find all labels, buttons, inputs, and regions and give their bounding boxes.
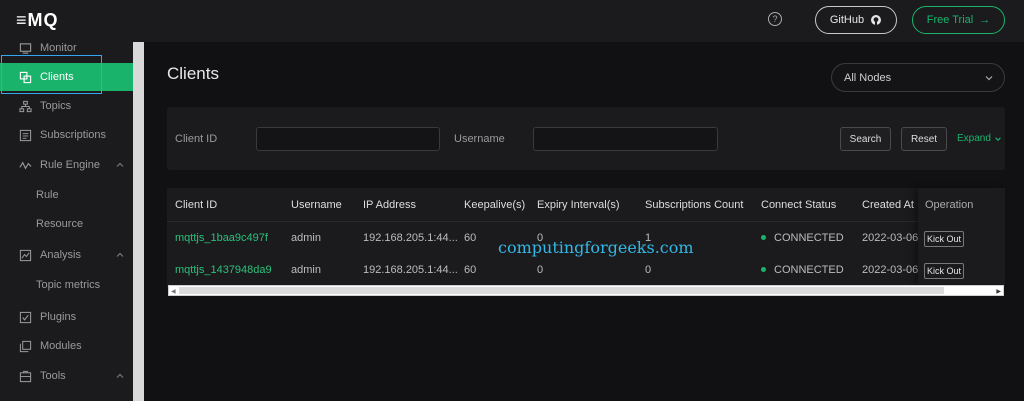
client-id-input[interactable]	[256, 127, 440, 151]
sidebar-item-topics[interactable]: Topics	[0, 92, 133, 120]
sidebar-item-monitor[interactable]: Monitor	[0, 34, 133, 62]
status-text: CONNECTED	[774, 232, 844, 244]
tools-icon	[18, 369, 32, 383]
sidebar-item-label: Rule Engine	[40, 159, 100, 171]
status-dot-icon	[761, 266, 766, 272]
expand-label: Expand	[957, 133, 991, 144]
sidebar-item-label: Resource	[36, 218, 84, 230]
github-icon	[871, 15, 882, 25]
sidebar-item-resource[interactable]: Resource	[0, 210, 133, 238]
sidebar-item-clients[interactable]: Clients	[0, 63, 133, 91]
table-cell-status: CONNECTED	[761, 264, 844, 276]
sidebar-item-label: Rule	[36, 189, 59, 201]
node-select-value: All Nodes	[844, 71, 892, 84]
arrow-right-icon: →	[979, 14, 991, 26]
sidebar-item-label: Tools	[40, 370, 66, 382]
table-cell-keepalive: 60	[464, 232, 477, 244]
scroll-thumb[interactable]	[179, 287, 944, 294]
table-cell-username: admin	[291, 232, 321, 244]
free-trial-label: Free Trial	[926, 14, 974, 26]
table-cell-created: 2022-03-06 (	[862, 264, 925, 276]
table-cell-ip: 192.168.205.1:44...	[363, 264, 458, 276]
header-divider	[167, 221, 1005, 222]
reset-button[interactable]: Reset	[901, 127, 947, 151]
chevron-up-icon[interactable]	[115, 160, 125, 170]
emq-logo: ≡MQ	[16, 10, 59, 30]
client-id-link[interactable]: mqttjs_1437948da9	[175, 264, 272, 276]
kick-out-button[interactable]: Kick Out	[924, 231, 964, 247]
sidebar-scrollbar[interactable]	[133, 42, 144, 401]
sidebar: ≡MQ Monitor Clients Topics Subscriptions…	[0, 0, 133, 401]
free-trial-button[interactable]: Free Trial →	[912, 6, 1005, 34]
table-horizontal-scrollbar[interactable]: ◀ ▶	[168, 285, 1004, 296]
sidebar-item-tools[interactable]: Tools	[0, 362, 133, 390]
monitor-icon	[18, 41, 32, 55]
client-id-link[interactable]: mqttjs_1baa9c497f	[175, 232, 268, 244]
column-header[interactable]: Client ID	[175, 199, 217, 211]
subscriptions-icon	[18, 128, 32, 142]
search-button[interactable]: Search	[840, 127, 891, 151]
table-cell-status: CONNECTED	[761, 232, 844, 244]
watermark: computingforgeeks.com	[498, 238, 694, 257]
sidebar-item-rule[interactable]: Rule	[0, 181, 133, 209]
sidebar-item-label: Monitor	[40, 42, 77, 54]
sidebar-item-rule-engine[interactable]: Rule Engine	[0, 151, 133, 179]
sidebar-item-modules[interactable]: Modules	[0, 332, 133, 360]
sidebar-item-topic-metrics[interactable]: Topic metrics	[0, 271, 133, 299]
github-label: GitHub	[829, 14, 865, 26]
column-header: Operation	[925, 199, 974, 211]
column-header[interactable]: Subscriptions Count	[645, 199, 743, 211]
modules-icon	[18, 339, 32, 353]
chevron-down-icon	[995, 136, 1001, 141]
column-header[interactable]: Keepalive(s)	[464, 199, 525, 211]
sidebar-item-analysis[interactable]: Analysis	[0, 241, 133, 269]
clients-icon	[18, 70, 32, 84]
sidebar-item-label: Topic metrics	[36, 279, 101, 291]
node-select[interactable]: All Nodes	[831, 63, 1005, 92]
table-cell-subs: 0	[645, 264, 652, 276]
sidebar-item-label: Plugins	[40, 311, 77, 323]
sidebar-item-label: Subscriptions	[40, 129, 107, 141]
sidebar-item-label: Analysis	[40, 249, 81, 261]
column-header[interactable]: IP Address	[363, 199, 416, 211]
column-header[interactable]: Created At	[862, 199, 914, 211]
sidebar-item-plugins[interactable]: Plugins	[0, 303, 133, 331]
client-id-label: Client ID	[175, 133, 218, 145]
chevron-up-icon[interactable]	[115, 371, 125, 381]
column-header[interactable]: Username	[291, 199, 342, 211]
question-circle-icon[interactable]: ?	[768, 12, 782, 26]
scroll-right-icon[interactable]: ▶	[996, 288, 1001, 295]
username-label: Username	[454, 133, 505, 145]
kick-out-button[interactable]: Kick Out	[924, 263, 964, 279]
sidebar-item-label: Topics	[40, 100, 72, 112]
column-header[interactable]: Connect Status	[761, 199, 836, 211]
table-cell-username: admin	[291, 264, 321, 276]
table-cell-created: 2022-03-06 (	[862, 232, 925, 244]
status-text: CONNECTED	[774, 264, 844, 276]
sidebar-item-subscriptions[interactable]: Subscriptions	[0, 121, 133, 149]
page-title: Clients	[167, 64, 219, 83]
plugins-icon	[18, 310, 32, 324]
column-header[interactable]: Expiry Interval(s)	[537, 199, 620, 211]
analysis-icon	[18, 248, 32, 262]
github-button[interactable]: GitHub	[815, 6, 897, 34]
chevron-down-icon	[985, 76, 993, 81]
sidebar-item-label: Clients	[40, 71, 74, 83]
table-cell-keepalive: 60	[464, 264, 477, 276]
chevron-up-icon[interactable]	[115, 250, 125, 260]
expand-toggle[interactable]: Expand	[957, 133, 1002, 144]
topics-icon	[18, 99, 32, 113]
sidebar-item-label: Modules	[40, 340, 82, 352]
table-cell-ip: 192.168.205.1:44...	[363, 232, 458, 244]
table-cell-expiry: 0	[537, 264, 544, 276]
username-input[interactable]	[533, 127, 718, 151]
status-dot-icon	[761, 234, 766, 240]
scroll-left-icon[interactable]: ◀	[171, 288, 176, 295]
rule-engine-icon	[18, 158, 32, 172]
